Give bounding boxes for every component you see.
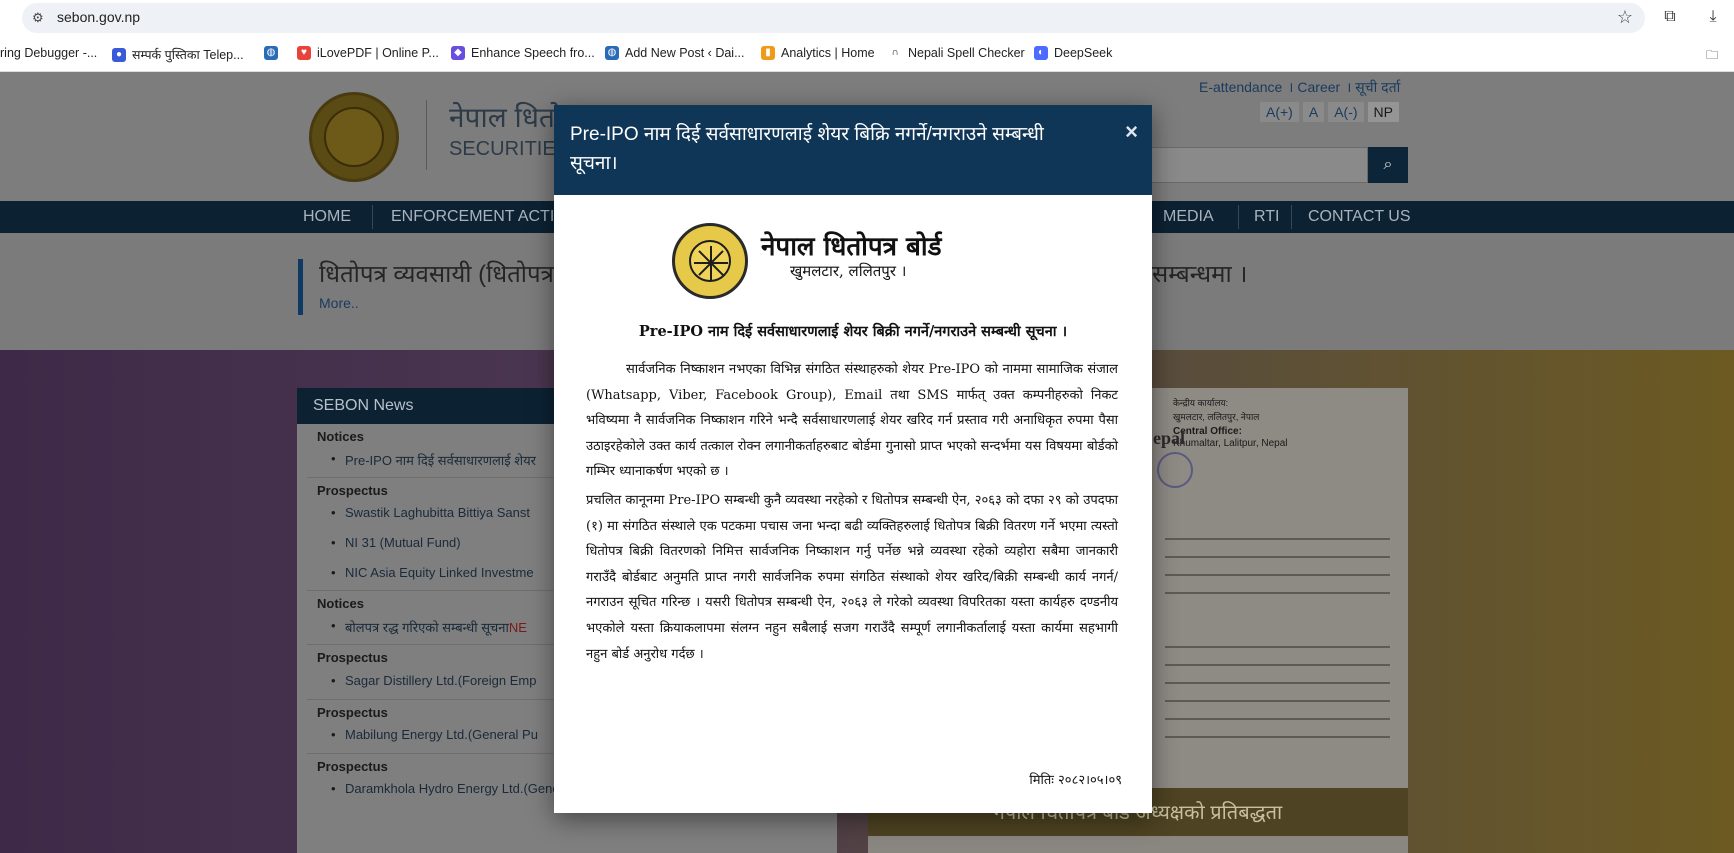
commitment-document-image[interactable]: केन्द्रीय कार्यालय: खुमलटार, ललितपुर, ने…	[1153, 388, 1408, 788]
doc-text-line	[1165, 574, 1390, 576]
news-item[interactable]: Mabilung Energy Ltd.(General Pu	[331, 727, 538, 742]
site-search-input[interactable]	[1150, 147, 1368, 183]
analytics-icon: ▮	[761, 46, 775, 60]
notice-paragraph-1: सार्वजनिक निष्काशन नभएका विभिन्न संगठित …	[586, 362, 1118, 480]
person-icon: ●	[112, 47, 126, 62]
nav-home[interactable]: HOME	[303, 208, 351, 226]
bookmark-item[interactable]: ◆ Enhance Speech fro...	[451, 46, 595, 60]
globe-icon: ◍	[264, 46, 278, 60]
nav-separator	[1291, 205, 1292, 229]
news-item[interactable]: NIC Asia Equity Linked Investme	[331, 565, 534, 580]
browser-toolbar: ⚙ sebon.gov.np ☆ ⧉ ⤓	[0, 0, 1734, 38]
sebon-logo[interactable]	[309, 92, 399, 182]
doc-seal-icon	[1157, 452, 1193, 488]
news-category: Prospectus	[317, 759, 388, 774]
search-icon[interactable]: ⌕	[1368, 147, 1408, 183]
bookmark-item[interactable]: ● सम्पर्क पुस्तिका Telep...	[112, 46, 244, 63]
close-icon[interactable]: ×	[1125, 119, 1138, 145]
font-reset-button[interactable]: A	[1302, 102, 1325, 122]
doc-text-line	[1165, 556, 1390, 558]
nav-separator	[372, 205, 373, 229]
top-links: E-attendance । Career । सूची दर्ता	[1199, 79, 1401, 95]
headline-text-end[interactable]: सम्बन्धमा ।	[1152, 257, 1247, 290]
new-badge: NE	[508, 620, 527, 635]
nav-rti[interactable]: RTI	[1254, 208, 1279, 226]
address-bar[interactable]: ⚙ sebon.gov.np ☆	[22, 3, 1645, 33]
notice-date: मितिः २०८२।०५।०९	[1029, 773, 1122, 788]
news-category: Prospectus	[317, 650, 388, 665]
sebon-seal-logo	[672, 223, 748, 299]
notice-heading: Pre-IPO नाम दिई सर्वसाधारणलाई शेयर बिक्र…	[638, 323, 1068, 340]
doc-text-line	[1165, 682, 1390, 684]
news-item[interactable]: Sagar Distillery Ltd.(Foreign Emp	[331, 673, 537, 688]
modal-title: Pre-IPO नाम दिई सर्वसाधारणलाई शेयर बिक्र…	[570, 124, 1044, 174]
n-icon: ∩	[888, 46, 902, 60]
doc-text-line	[1165, 646, 1390, 648]
doc-text-line	[1165, 718, 1390, 720]
modal-body: नेपाल धितोपत्र बोर्ड खुमलटार, ललितपुर । …	[554, 195, 1152, 813]
notice-paragraph-2: प्रचलित कानूनमा Pre-IPO सम्बन्धी कुनै व्…	[586, 493, 1118, 662]
news-item[interactable]: Pre-IPO नाम दिई सर्वसाधारणलाई शेयर	[331, 451, 536, 469]
career-link[interactable]: Career	[1297, 79, 1340, 95]
news-item[interactable]: Swastik Laghubitta Bittiya Sanst	[331, 505, 530, 520]
doc-address-ne: खुमलटार, ललितपुर, नेपाल	[1173, 412, 1260, 422]
doc-address-en: Khumaltar, Lalitpur, Nepal	[1173, 438, 1288, 449]
doc-office-label: केन्द्रीय कार्यालय:	[1173, 398, 1229, 408]
modal-header: Pre-IPO नाम दिई सर्वसाधारणलाई शेयर बिक्र…	[554, 105, 1152, 195]
news-category: Prospectus	[317, 483, 388, 498]
bookmark-star-icon[interactable]: ☆	[1617, 7, 1633, 28]
news-category: Prospectus	[317, 705, 388, 720]
header-divider	[426, 100, 427, 170]
news-category: Notices	[317, 596, 364, 611]
bookmark-item[interactable]: ∩ Nepali Spell Checker	[888, 46, 1025, 60]
bookmark-item[interactable]: ▮ Analytics | Home	[761, 46, 875, 60]
e-attendance-link[interactable]: E-attendance	[1199, 79, 1282, 95]
url-text[interactable]: sebon.gov.np	[57, 9, 140, 25]
news-item[interactable]: बोलपत्र रद्ध गरिएको सम्बन्धी सूचनाNE	[331, 618, 527, 636]
bookmark-item[interactable]: ♥ iLovePDF | Online P...	[297, 46, 439, 60]
language-toggle-button[interactable]: NP	[1367, 102, 1399, 122]
headline-more-link[interactable]: More..	[319, 295, 359, 311]
doc-text-line	[1165, 538, 1390, 540]
nav-separator	[1238, 205, 1239, 229]
doc-text-line	[1165, 736, 1390, 738]
download-icon[interactable]: ⤓	[1703, 7, 1723, 27]
font-decrease-button[interactable]: A(-)	[1328, 102, 1364, 122]
doc-text-line	[1165, 664, 1390, 666]
nav-media[interactable]: MEDIA	[1163, 208, 1214, 226]
globe-icon: ◍	[605, 46, 619, 60]
bookmark-folder[interactable]: 🗀	[1706, 46, 1719, 67]
org-name: नेपाल धितोपत्र बोर्ड	[761, 232, 942, 262]
folder-icon: 🗀	[1706, 48, 1719, 62]
registration-link[interactable]: सूची दर्ता	[1355, 79, 1400, 95]
site-subtitle: SECURITIES	[449, 138, 570, 160]
news-category: Notices	[317, 429, 364, 444]
bookmark-item[interactable]: ◍	[264, 46, 284, 60]
doc-text-line	[1165, 700, 1390, 702]
bookmarks-bar: ring Debugger -... ● सम्पर्क पुस्तिका Tel…	[0, 38, 1734, 72]
font-size-controls: A(+) A A(-) NP	[1260, 102, 1399, 122]
site-info-icon[interactable]: ⚙	[32, 10, 48, 26]
site-title: नेपाल धितो	[449, 102, 563, 133]
doc-letterhead-fragment: epal	[1153, 428, 1186, 448]
speech-icon: ◆	[451, 46, 465, 60]
doc-text-line	[1165, 592, 1390, 594]
bookmark-item[interactable]: ring Debugger -...	[0, 46, 97, 60]
nav-enforcement[interactable]: ENFORCEMENT ACTIO	[391, 208, 567, 226]
deepseek-icon: ◐	[1034, 46, 1048, 60]
headline-accent	[298, 259, 303, 315]
news-item[interactable]: NI 31 (Mutual Fund)	[331, 535, 461, 550]
headline-text[interactable]: धितोपत्र व्यवसायी (धितोपत्र	[319, 257, 554, 290]
bookmark-item[interactable]: ◐ DeepSeek	[1034, 46, 1112, 60]
notice-modal: Pre-IPO नाम दिई सर्वसाधारणलाई शेयर बिक्र…	[554, 105, 1152, 813]
bookmark-item[interactable]: ◍ Add New Post ‹ Dai...	[605, 46, 745, 60]
extensions-icon[interactable]: ⧉	[1660, 7, 1680, 27]
font-increase-button[interactable]: A(+)	[1260, 102, 1299, 122]
nav-contact[interactable]: CONTACT US	[1308, 208, 1411, 226]
heart-icon: ♥	[297, 46, 311, 60]
org-address: खुमलटार, ललितपुर ।	[790, 262, 907, 280]
